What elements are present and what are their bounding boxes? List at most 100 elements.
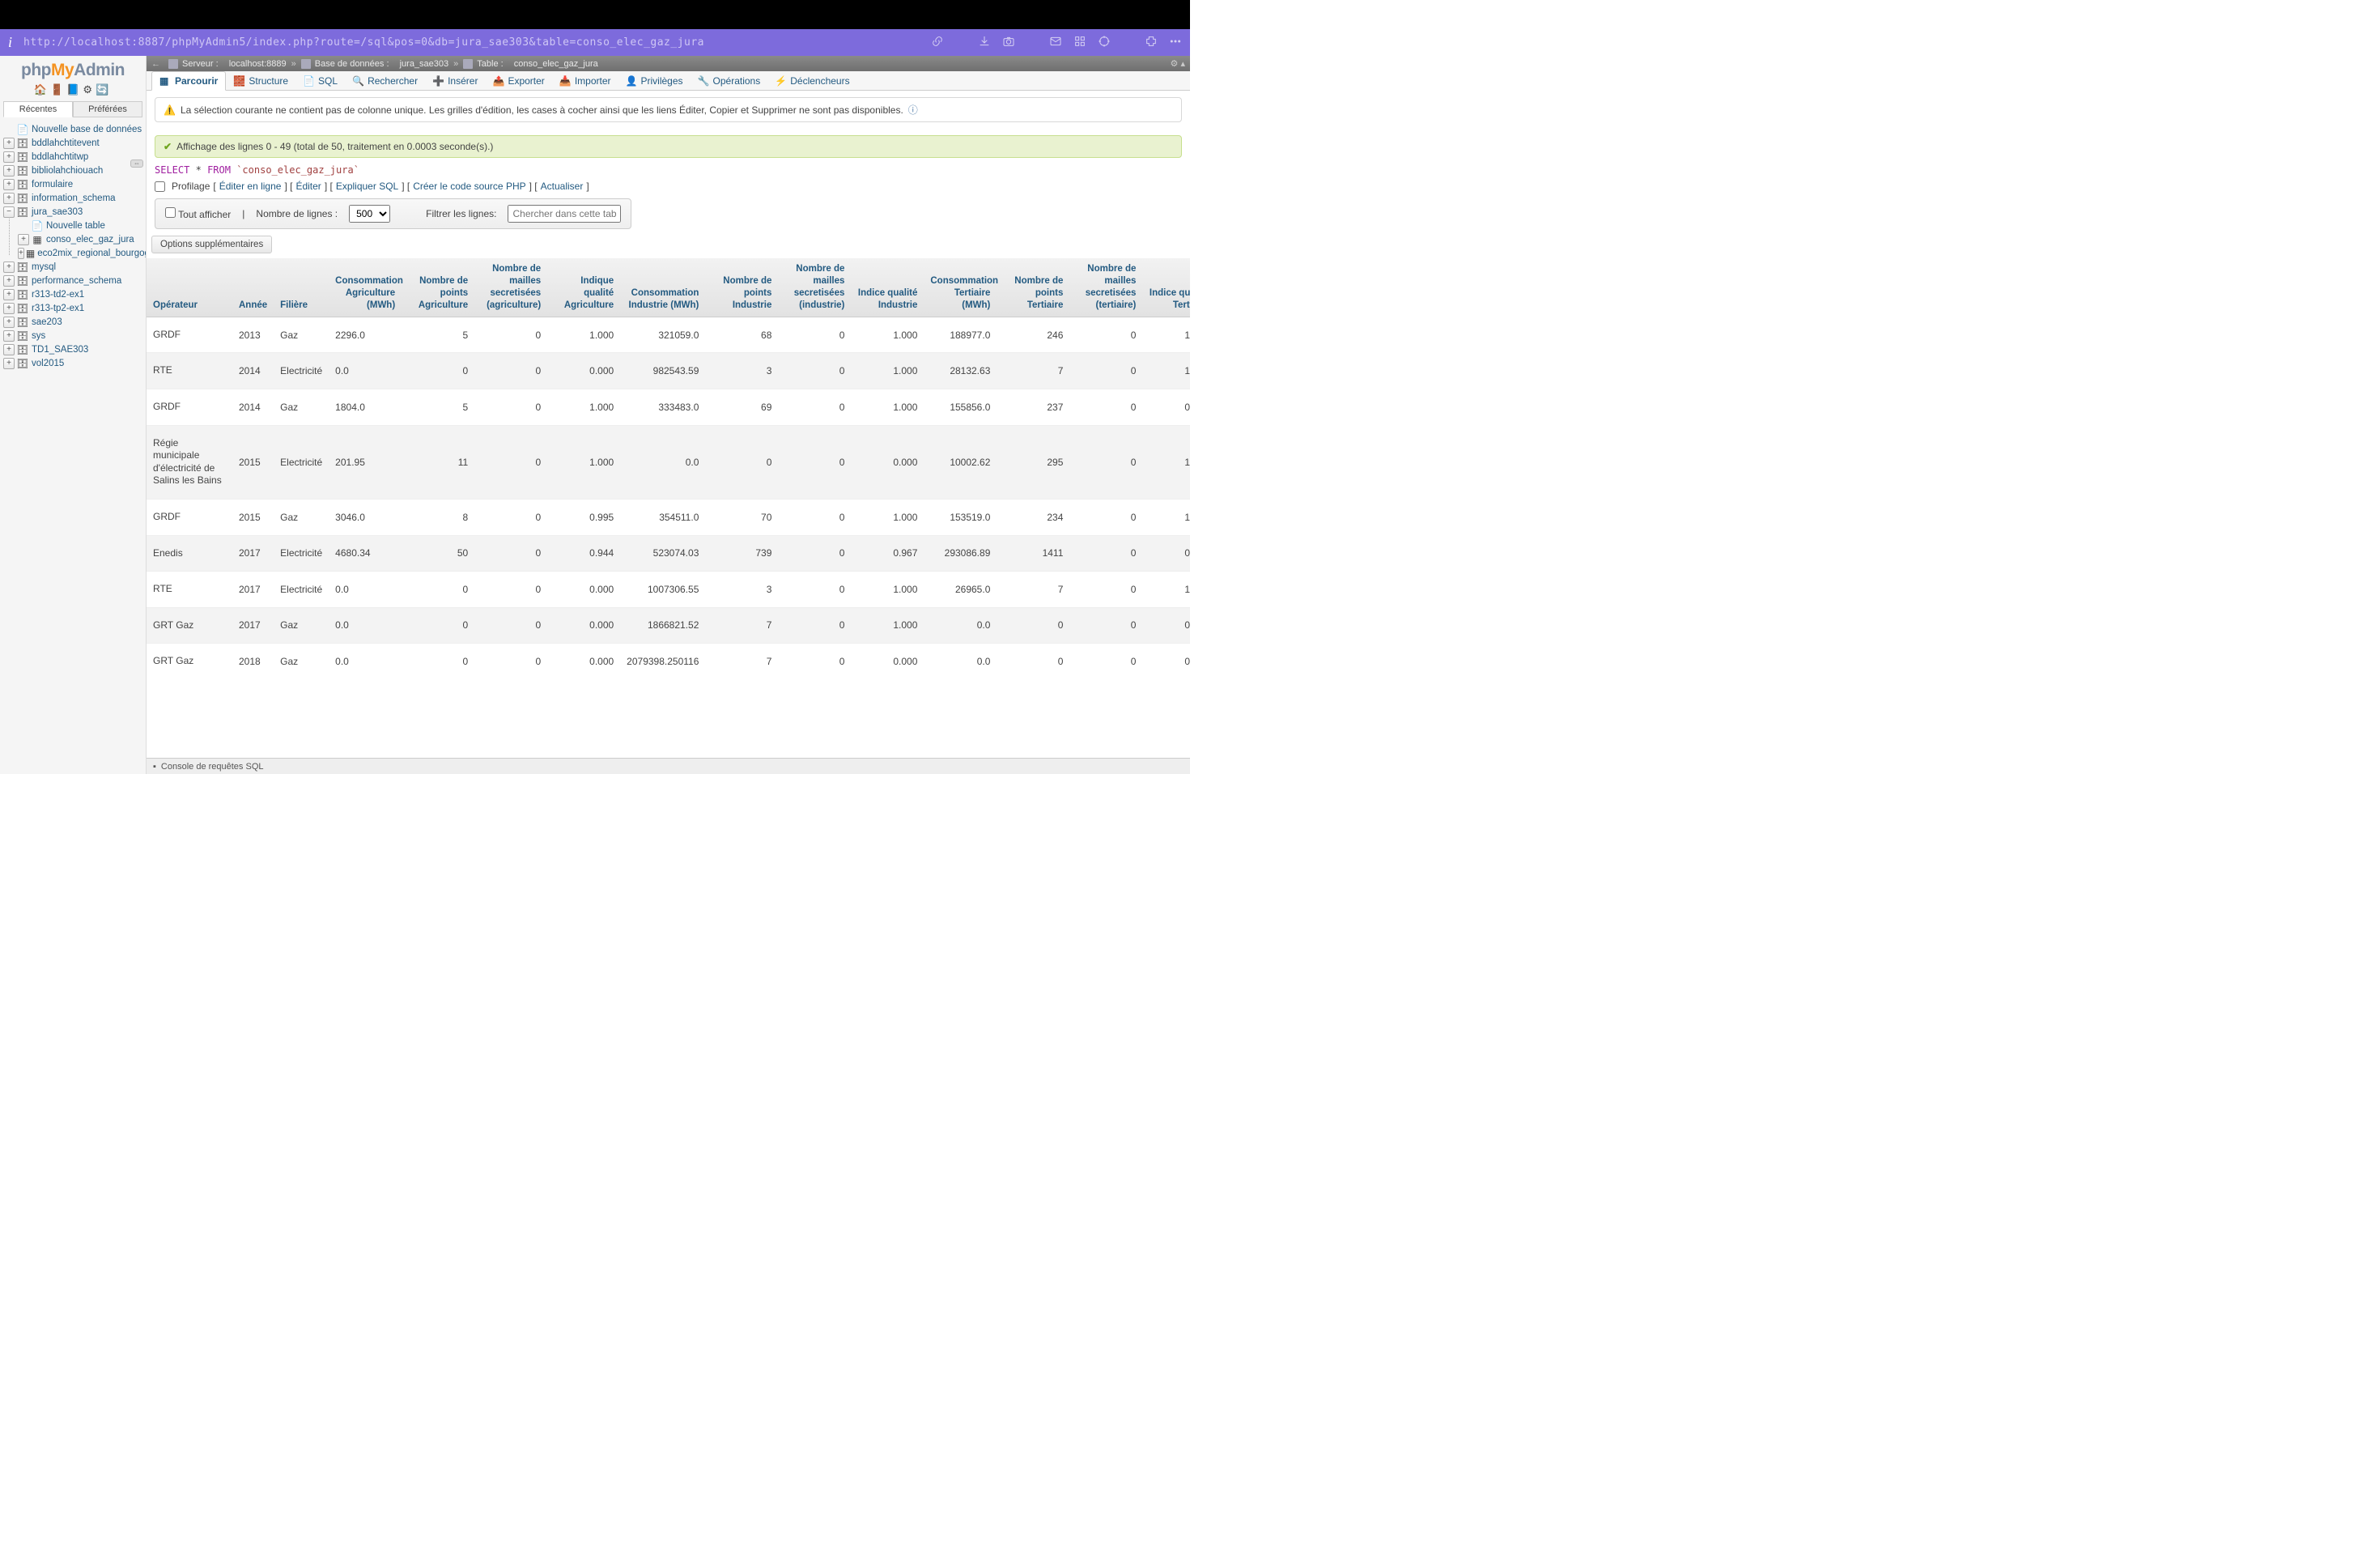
- table-item[interactable]: +▦eco2mix_regional_bourgogne: [18, 246, 142, 260]
- table-cell: 7: [705, 607, 778, 644]
- camera-icon[interactable]: [1002, 35, 1015, 51]
- grid-icon[interactable]: [1073, 35, 1086, 51]
- tab-privileges[interactable]: 👤Privilèges: [618, 71, 691, 90]
- search-icon: 🔍: [352, 75, 363, 87]
- db-item-open[interactable]: −🗄jura_sae303: [3, 205, 142, 219]
- db-item[interactable]: +🗄information_schema: [3, 191, 142, 205]
- edit-inline-link[interactable]: Éditer en ligne: [219, 181, 282, 192]
- show-all-checkbox[interactable]: [165, 207, 176, 218]
- column-header[interactable]: Consommation Industrie (MWh): [620, 258, 705, 317]
- info-icon[interactable]: i: [8, 34, 12, 51]
- db-item[interactable]: +🗄r313-tp2-ex1: [3, 301, 142, 315]
- column-header[interactable]: Opérateur: [147, 258, 232, 317]
- table-cell: 0: [1069, 353, 1142, 389]
- new-database[interactable]: 📄 Nouvelle base de données: [3, 122, 142, 136]
- table-cell: 2015: [232, 425, 274, 499]
- new-table[interactable]: 📄Nouvelle table: [18, 219, 142, 232]
- edit-link[interactable]: Éditer: [295, 181, 321, 192]
- db-item[interactable]: +🗄TD1_SAE303: [3, 342, 142, 356]
- table-cell: 0.995: [547, 499, 620, 535]
- column-header[interactable]: Nombre de mailles secretisées (agricultu…: [474, 258, 547, 317]
- rows-select[interactable]: 500: [349, 205, 390, 223]
- reload-icon[interactable]: 🔄: [96, 83, 112, 96]
- db-item[interactable]: +🗄performance_schema: [3, 274, 142, 287]
- table-cell: 0.0: [329, 353, 402, 389]
- filter-input[interactable]: [508, 205, 621, 223]
- breadcrumb-server[interactable]: Serveur : localhost:8889: [164, 59, 291, 69]
- column-header[interactable]: Nombre de points Industrie: [705, 258, 778, 317]
- docs-icon[interactable]: 📘: [66, 83, 83, 96]
- home-icon[interactable]: 🏠: [34, 83, 50, 96]
- db-item[interactable]: +🗄formulaire: [3, 177, 142, 191]
- url-text[interactable]: http://localhost:8887/phpMyAdmin5/index.…: [23, 36, 931, 49]
- extra-options-button[interactable]: Options supplémentaires: [151, 236, 272, 253]
- explain-link[interactable]: Expliquer SQL: [336, 181, 398, 192]
- meatball-icon[interactable]: [1169, 35, 1182, 51]
- target-icon[interactable]: [1098, 35, 1111, 51]
- download-icon[interactable]: [978, 35, 991, 51]
- table-cell: 8: [402, 499, 474, 535]
- table-icon: ▦: [26, 248, 35, 259]
- column-header[interactable]: Indice qualité Industrie: [851, 258, 924, 317]
- db-item[interactable]: +🗄bibliolahchiouach: [3, 164, 142, 177]
- tab-browse[interactable]: ▦Parcourir: [151, 71, 226, 91]
- mail-icon[interactable]: [1049, 35, 1062, 51]
- logout-icon[interactable]: 🚪: [50, 83, 66, 96]
- db-item[interactable]: +🗄mysql: [3, 260, 142, 274]
- refresh-link[interactable]: Actualiser: [541, 181, 584, 192]
- tab-triggers[interactable]: ⚡Déclencheurs: [767, 71, 856, 90]
- table-cell: 50: [402, 535, 474, 572]
- help-icon[interactable]: ⓘ: [908, 103, 918, 117]
- tab-insert[interactable]: ➕Insérer: [425, 71, 485, 90]
- breadcrumb-database[interactable]: Base de données : jura_sae303: [296, 59, 453, 69]
- tab-favorites[interactable]: Préférées: [73, 101, 142, 117]
- table-cell: GRDF: [147, 499, 232, 535]
- profiling-checkbox[interactable]: [155, 181, 165, 192]
- column-header[interactable]: Consommation Agriculture (MWh): [329, 258, 402, 317]
- table-cell: GRT Gaz: [147, 644, 232, 679]
- db-item[interactable]: +🗄vol2015: [3, 356, 142, 370]
- collapse-left-icon[interactable]: ←: [151, 59, 160, 69]
- table-row: Régie municipale d'électricité de Salins…: [147, 425, 1190, 499]
- db-item[interactable]: +🗄bddlahchtitevent: [3, 136, 142, 150]
- table-cell: 237: [997, 389, 1069, 425]
- phpmyadmin-logo[interactable]: phpMyAdmin: [0, 56, 146, 82]
- puzzle-icon[interactable]: [1145, 35, 1158, 51]
- column-header[interactable]: Année: [232, 258, 274, 317]
- column-header[interactable]: Indice qualité Tertiaire: [1142, 258, 1190, 317]
- column-header[interactable]: Nombre de points Tertiaire: [997, 258, 1069, 317]
- tab-operations[interactable]: 🔧Opérations: [691, 71, 768, 90]
- tab-search[interactable]: 🔍Rechercher: [345, 71, 425, 90]
- tab-import[interactable]: 📥Importer: [552, 71, 618, 90]
- show-all[interactable]: Tout afficher: [165, 207, 231, 220]
- db-icon: 🗄: [16, 317, 29, 328]
- profiling-label: Profilage: [172, 181, 210, 192]
- column-header[interactable]: Filière: [274, 258, 329, 317]
- results-table-wrap[interactable]: OpérateurAnnéeFilièreConsommation Agricu…: [147, 258, 1190, 774]
- column-header[interactable]: Nombre de mailles secretisées (tertiaire…: [1069, 258, 1142, 317]
- settings-icon[interactable]: ⚙: [83, 83, 96, 96]
- collapse-handle-icon[interactable]: ⇔: [130, 159, 143, 168]
- table-cell: 0: [474, 499, 547, 535]
- breadcrumb-table[interactable]: Table : conso_elec_gaz_jura: [458, 59, 602, 69]
- table-cell: 0: [402, 353, 474, 389]
- php-link[interactable]: Créer le code source PHP: [413, 181, 525, 192]
- db-icon: 🗄: [16, 275, 29, 287]
- column-header[interactable]: Consommation Tertiaire (MWh): [924, 258, 997, 317]
- table-item[interactable]: +▦conso_elec_gaz_jura: [18, 232, 142, 246]
- sql-console-bar[interactable]: ▪ Console de requêtes SQL: [147, 758, 1190, 774]
- gear-icon[interactable]: ⚙ ▴: [1171, 58, 1185, 69]
- tab-export[interactable]: 📤Exporter: [485, 71, 551, 90]
- link-icon[interactable]: [931, 35, 944, 51]
- tab-recent[interactable]: Récentes: [3, 101, 73, 117]
- column-header[interactable]: Nombre de points Agriculture: [402, 258, 474, 317]
- db-item[interactable]: +🗄sae203: [3, 315, 142, 329]
- db-item[interactable]: +🗄r313-td2-ex1: [3, 287, 142, 301]
- column-header[interactable]: Indique qualité Agriculture: [547, 258, 620, 317]
- db-item[interactable]: +🗄sys: [3, 329, 142, 342]
- table-cell: 523074.03: [620, 535, 705, 572]
- tab-sql[interactable]: 📄SQL: [295, 71, 345, 90]
- db-item[interactable]: +🗄bddlahchtitwp: [3, 150, 142, 164]
- column-header[interactable]: Nombre de mailles secretisées (industrie…: [778, 258, 851, 317]
- tab-structure[interactable]: 🧱Structure: [226, 71, 295, 90]
